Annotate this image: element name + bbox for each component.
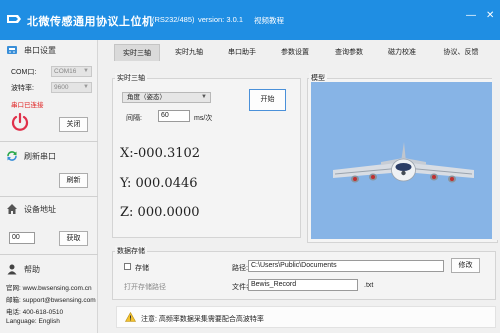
device-address-header: 设备地址 <box>0 200 98 218</box>
interval-label: 间隔: <box>126 115 142 122</box>
email-text: 邮箱: support@bwsensing.com <box>6 297 96 304</box>
chevron-down-icon: ▼ <box>83 84 89 90</box>
refresh-port-header: 刷新串口 <box>0 147 98 165</box>
close-port-button[interactable]: 关闭 <box>59 117 88 132</box>
protocol-label: (RS232/485) <box>152 15 195 24</box>
help-header: 帮助 <box>0 260 98 278</box>
website-text: 官网: www.bwsensing.com.cn <box>6 285 92 292</box>
tab-serial-assistant[interactable]: 串口助手 <box>219 44 265 61</box>
y-axis-readout: Y: 000.0446 <box>120 176 198 191</box>
tab-magnetic-calibration[interactable]: 磁力校准 <box>379 44 425 61</box>
model-3d-view[interactable] <box>311 82 496 239</box>
connection-status: 串口已连接 <box>11 102 44 109</box>
storage-group-title: 数据存储 <box>115 246 147 256</box>
language-switch[interactable]: Language: English <box>6 318 60 325</box>
tab-realtime-9axis[interactable]: 实时九轴 <box>166 44 212 61</box>
com-value: COM16 <box>54 68 77 75</box>
divider <box>0 254 98 255</box>
store-checkbox-label: 存储 <box>135 265 149 272</box>
interval-unit: ms/次 <box>194 115 213 122</box>
chevron-down-icon: ▼ <box>201 94 207 100</box>
sidebar: 串口设置 COM口: COM16 ▼ 波特率: 9600 ▼ 串口已连接 关闭 … <box>0 40 98 333</box>
refresh-icon <box>7 151 17 161</box>
interval-input[interactable]: 60 <box>158 110 190 122</box>
title-bar: 北微传感通用协议上位机 (RS232/485) version: 3.0.1 视… <box>0 0 500 40</box>
divider <box>0 196 98 197</box>
device-address-label: 设备地址 <box>24 205 56 214</box>
warning-icon <box>125 312 136 322</box>
tab-protocol-feedback[interactable]: 协议、反馈 <box>433 44 489 61</box>
tab-bar: 实时三轴 实时九轴 串口助手 参数设置 查询参数 磁力校准 协议、反馈 <box>110 44 500 61</box>
storage-group <box>112 251 496 300</box>
get-address-button[interactable]: 获取 <box>59 231 88 246</box>
filename-input[interactable]: Bewis_Record <box>248 279 358 291</box>
serial-port-icon <box>7 46 17 54</box>
com-label: COM口: <box>11 69 37 76</box>
serial-settings-label: 串口设置 <box>24 46 56 55</box>
com-select[interactable]: COM16 ▼ <box>51 66 92 77</box>
mode-value: 角度（姿态） <box>127 94 166 101</box>
tab-query-parameters[interactable]: 查询参数 <box>326 44 372 61</box>
z-axis-readout: Z: 000.0000 <box>120 205 200 220</box>
tab-parameter-settings[interactable]: 参数设置 <box>272 44 318 61</box>
start-button[interactable]: 开始 <box>249 89 286 111</box>
help-label: 帮助 <box>24 265 40 274</box>
refresh-button[interactable]: 刷新 <box>59 173 88 188</box>
serial-settings-header: 串口设置 <box>0 41 98 59</box>
notice-bar: 注意: 高频率数据采集需要配合高波特率 <box>116 306 496 328</box>
phone-text: 电话: 400-618-0510 <box>6 309 64 316</box>
tab-realtime-3axis[interactable]: 实时三轴 <box>114 44 160 61</box>
app-title: 北微传感通用协议上位机 <box>27 16 154 28</box>
chevron-down-icon: ▼ <box>83 68 89 74</box>
mode-select[interactable]: 角度（姿态） ▼ <box>122 92 211 103</box>
app-logo-icon <box>7 15 21 23</box>
minimize-button[interactable]: — <box>466 10 476 21</box>
file-extension: .txt <box>364 282 374 289</box>
video-tutorial-link[interactable]: 视频教程 <box>254 15 284 26</box>
scrollbar[interactable] <box>492 60 498 240</box>
divider <box>0 141 98 142</box>
home-icon <box>7 204 17 214</box>
airplane-icon <box>333 142 474 183</box>
user-icon <box>7 264 17 275</box>
open-path-link[interactable]: 打开存储路径 <box>124 282 166 292</box>
notice-text: 注意: 高频率数据采集需要配合高波特率 <box>141 316 264 323</box>
power-icon[interactable] <box>10 112 30 132</box>
realtime-group-title: 实时三轴 <box>115 73 147 83</box>
baud-select[interactable]: 9600 ▼ <box>51 82 92 93</box>
store-checkbox[interactable] <box>124 263 131 270</box>
path-input[interactable]: C:\Users\Public\Documents <box>248 260 444 272</box>
x-axis-readout: X:-000.3102 <box>120 146 201 161</box>
close-window-button[interactable]: ✕ <box>486 10 494 21</box>
modify-path-button[interactable]: 修改 <box>451 258 480 273</box>
device-address-input[interactable]: 00 <box>9 232 35 244</box>
baud-value: 9600 <box>54 84 69 91</box>
path-label: 路径: <box>232 265 248 272</box>
refresh-port-label: 刷新串口 <box>24 152 56 161</box>
version-label: version: 3.0.1 <box>198 15 244 24</box>
baud-label: 波特率: <box>11 85 34 92</box>
